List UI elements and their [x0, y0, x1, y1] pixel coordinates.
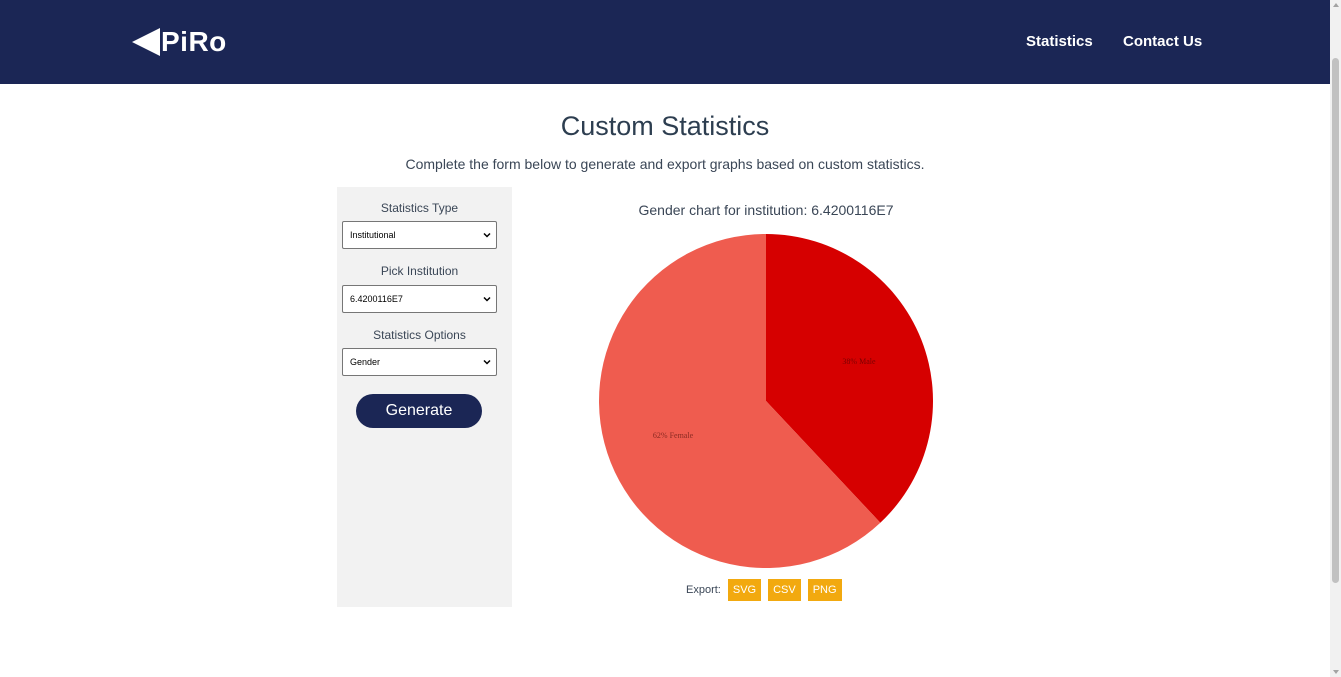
statistics-type-value: Institutional: [350, 230, 396, 240]
chevron-down-icon: [483, 359, 491, 365]
form-panel: Statistics Type Institutional Pick Insti…: [337, 187, 512, 607]
pick-institution-select[interactable]: 6.4200116E7: [342, 285, 497, 313]
export-svg-button[interactable]: SVG: [727, 579, 762, 601]
statistics-options-value: Gender: [350, 357, 381, 367]
pie-slice-label-0: 38% Male: [842, 357, 876, 366]
export-label: Export:: [686, 584, 721, 596]
logo-arrow-icon: [132, 28, 160, 56]
chevron-down-icon: [483, 232, 491, 238]
statistics-options-select[interactable]: Gender: [342, 348, 497, 376]
chevron-down-icon: [483, 296, 491, 302]
pick-institution-label: Pick Institution: [380, 264, 459, 278]
page-subtitle: Complete the form below to generate and …: [405, 156, 925, 172]
scroll-up-icon[interactable]: [1333, 3, 1339, 7]
scroll-thumb[interactable]: [1332, 58, 1339, 583]
nav-link-contact-us[interactable]: Contact Us: [1123, 33, 1202, 50]
navbar: PiRo Statistics Contact Us: [0, 0, 1330, 84]
pick-institution-value: 6.4200116E7: [350, 294, 403, 304]
scroll-down-icon[interactable]: [1333, 670, 1339, 674]
pie-chart: 38% Male 62% Female: [599, 234, 933, 568]
logo[interactable]: PiRo: [132, 26, 227, 58]
statistics-options-label: Statistics Options: [373, 328, 466, 342]
chart-title: Gender chart for institution: 6.4200116E…: [638, 202, 894, 218]
pie-slice-label-1: 62% Female: [653, 431, 694, 440]
logo-text: PiRo: [161, 26, 227, 57]
statistics-type-label: Statistics Type: [380, 201, 459, 215]
export-csv-button[interactable]: CSV: [768, 579, 801, 601]
export-png-button[interactable]: PNG: [807, 579, 842, 601]
generate-button[interactable]: Generate: [356, 394, 482, 428]
statistics-type-select[interactable]: Institutional: [342, 221, 497, 249]
nav-link-statistics[interactable]: Statistics: [1026, 33, 1093, 50]
export-row: Export: SVG CSV PNG: [686, 579, 849, 601]
page-title: Custom Statistics: [560, 111, 770, 141]
page-scrollbar[interactable]: [1330, 0, 1341, 677]
